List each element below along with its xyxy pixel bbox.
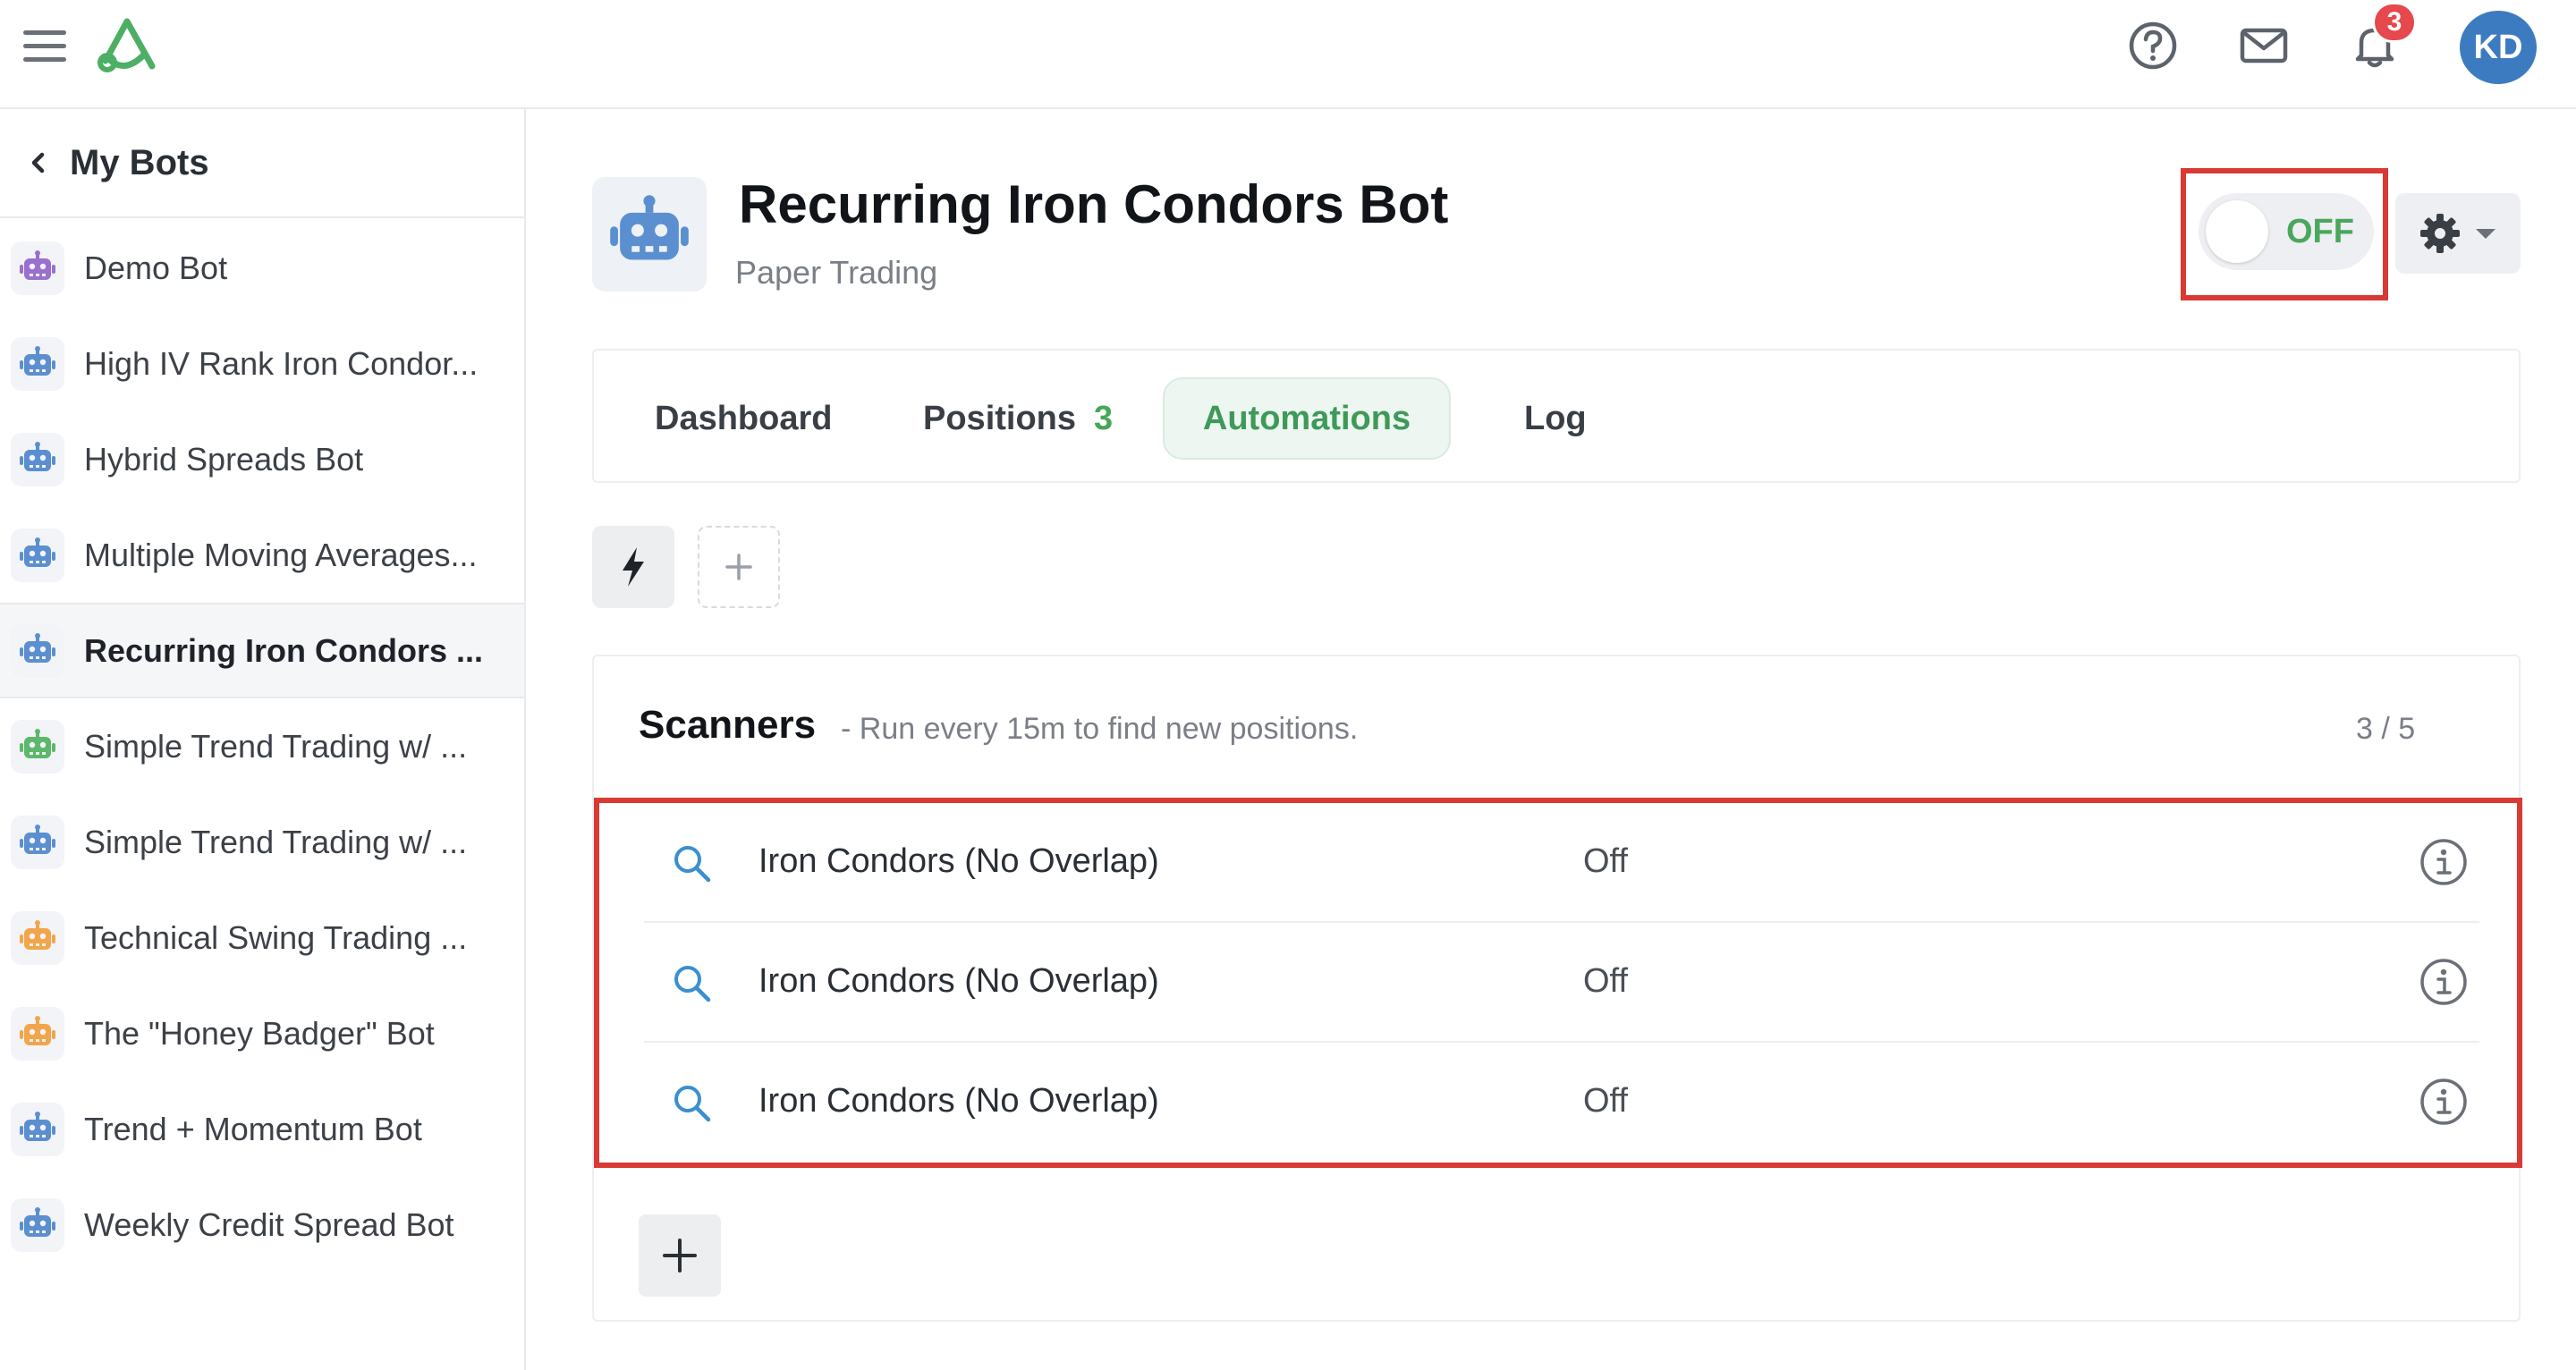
sidebar-bot-label: Hybrid Spreads Bot: [84, 440, 364, 478]
top-bar: 3 KD: [0, 0, 2576, 109]
positions-count: 3: [1094, 399, 1114, 437]
robot-icon: [11, 910, 64, 965]
tab-label: Automations: [1202, 399, 1411, 437]
robot-icon: [11, 336, 64, 391]
scanner-status: Off: [1583, 1082, 1628, 1120]
tab-bar: Dashboard Positions 3 Automations Log: [592, 349, 2521, 483]
sidebar-bot-item[interactable]: Recurring Iron Condors ...: [0, 603, 524, 698]
scanner-list-highlight: Iron Condors (No Overlap) Off Iron Condo…: [594, 798, 2522, 1168]
info-icon[interactable]: [2419, 1077, 2469, 1127]
sidebar-bot-item[interactable]: Hybrid Spreads Bot: [0, 411, 524, 507]
chevron-left-icon: [31, 152, 45, 173]
main-content: Recurring Iron Condors Bot Paper Trading…: [592, 109, 2522, 1370]
scanner-name: Iron Condors (No Overlap): [758, 1082, 1159, 1120]
sidebar-bot-item[interactable]: High IV Rank Iron Condor...: [0, 316, 524, 411]
sidebar-bot-item[interactable]: Technical Swing Trading ...: [0, 890, 524, 985]
search-icon: [674, 966, 711, 1002]
tab-positions[interactable]: Positions 3: [923, 377, 1113, 460]
plus-icon: [663, 1239, 697, 1273]
notification-badge: 3: [2372, 2, 2417, 43]
scanner-row[interactable]: Iron Condors (No Overlap) Off: [644, 803, 2479, 923]
sidebar-bot-item[interactable]: Weekly Credit Spread Bot: [0, 1177, 524, 1273]
sidebar-bot-label: Recurring Iron Condors ...: [84, 631, 484, 669]
robot-icon: [11, 432, 64, 486]
scanner-row[interactable]: Iron Condors (No Overlap) Off: [644, 923, 2479, 1043]
help-icon[interactable]: [2127, 20, 2179, 72]
mail-icon[interactable]: [2238, 20, 2290, 72]
user-avatar[interactable]: KD: [2460, 11, 2537, 84]
add-scanner-button[interactable]: [639, 1214, 721, 1297]
sidebar-bot-item[interactable]: Simple Trend Trading w/ ...: [0, 794, 524, 890]
search-icon: [674, 1086, 711, 1122]
scanner-status: Off: [1583, 962, 1628, 1000]
sidebar-bot-label: Technical Swing Trading ...: [84, 918, 468, 956]
scanners-description: - Run every 15m to find new positions.: [841, 712, 1359, 746]
sidebar-bot-label: High IV Rank Iron Condor...: [84, 344, 479, 382]
sidebar-bot-item[interactable]: Simple Trend Trading w/ ...: [0, 698, 524, 794]
sidebar-bot-label: Multiple Moving Averages...: [84, 536, 478, 573]
info-icon[interactable]: [2419, 837, 2469, 887]
lightning-icon: [623, 547, 644, 587]
toggle-label: OFF: [2286, 213, 2354, 250]
robot-icon: [11, 719, 64, 774]
toggle-knob: [2206, 200, 2268, 263]
sidebar-bot-label: Trend + Momentum Bot: [84, 1110, 422, 1147]
sidebar-bot-label: Simple Trend Trading w/ ...: [84, 727, 468, 765]
sidebar-bot-label: Weekly Credit Spread Bot: [84, 1205, 454, 1243]
add-automation-button[interactable]: [698, 526, 780, 608]
robot-icon: [610, 195, 689, 260]
robot-icon: [11, 1006, 64, 1061]
scanners-count: 3 / 5: [2356, 712, 2416, 746]
tab-log[interactable]: Log: [1524, 377, 1587, 460]
bot-avatar: [592, 177, 707, 292]
chevron-down-icon: [2476, 229, 2496, 239]
back-to-my-bots[interactable]: My Bots: [0, 109, 524, 218]
menu-icon[interactable]: [23, 27, 66, 66]
sidebar-bot-item[interactable]: Trend + Momentum Bot: [0, 1081, 524, 1177]
sidebar-bot-label: Demo Bot: [84, 249, 228, 286]
robot-icon: [11, 1102, 64, 1156]
sidebar-bot-item[interactable]: The "Honey Badger" Bot: [0, 985, 524, 1081]
robot-icon: [11, 528, 64, 582]
sidebar-bot-item[interactable]: Demo Bot: [0, 220, 524, 316]
robot-icon: [11, 241, 64, 295]
sidebar: My Bots Demo Bot High IV Rank Iron Condor…: [0, 109, 526, 1370]
bot-power-toggle[interactable]: OFF: [2199, 193, 2374, 270]
scanner-name: Iron Condors (No Overlap): [758, 962, 1159, 1000]
tab-automations[interactable]: Automations: [1163, 377, 1451, 460]
scanners-card: Scanners - Run every 15m to find new pos…: [592, 655, 2522, 1322]
tab-label: Positions: [923, 399, 1077, 437]
sidebar-bot-item[interactable]: Multiple Moving Averages...: [0, 507, 524, 603]
plus-icon: [725, 554, 752, 580]
tab-dashboard[interactable]: Dashboard: [655, 377, 832, 460]
tab-label: Dashboard: [655, 399, 833, 437]
scanner-row[interactable]: Iron Condors (No Overlap) Off: [644, 1043, 2479, 1163]
sidebar-bot-label: Simple Trend Trading w/ ...: [84, 823, 468, 860]
bot-title: Recurring Iron Condors Bot: [739, 174, 1449, 234]
info-icon[interactable]: [2419, 957, 2469, 1007]
sidebar-title: My Bots: [70, 142, 209, 182]
automation-trigger-button[interactable]: [592, 526, 674, 608]
bot-list: Demo Bot High IV Rank Iron Condor... Hybri…: [0, 220, 524, 1273]
logo[interactable]: [93, 16, 161, 75]
gear-icon: [2420, 214, 2460, 253]
scanner-status: Off: [1583, 842, 1628, 880]
bot-subtitle: Paper Trading: [735, 254, 938, 291]
robot-icon: [11, 815, 64, 869]
sidebar-bot-label: The "Honey Badger" Bot: [84, 1014, 435, 1052]
robot-icon: [11, 1197, 64, 1252]
scanner-name: Iron Condors (No Overlap): [758, 842, 1159, 880]
robot-icon: [11, 623, 64, 678]
search-icon: [674, 846, 711, 883]
tab-label: Log: [1524, 399, 1587, 437]
settings-dropdown-button[interactable]: [2395, 193, 2521, 274]
scanners-title: Scanners: [639, 703, 817, 747]
